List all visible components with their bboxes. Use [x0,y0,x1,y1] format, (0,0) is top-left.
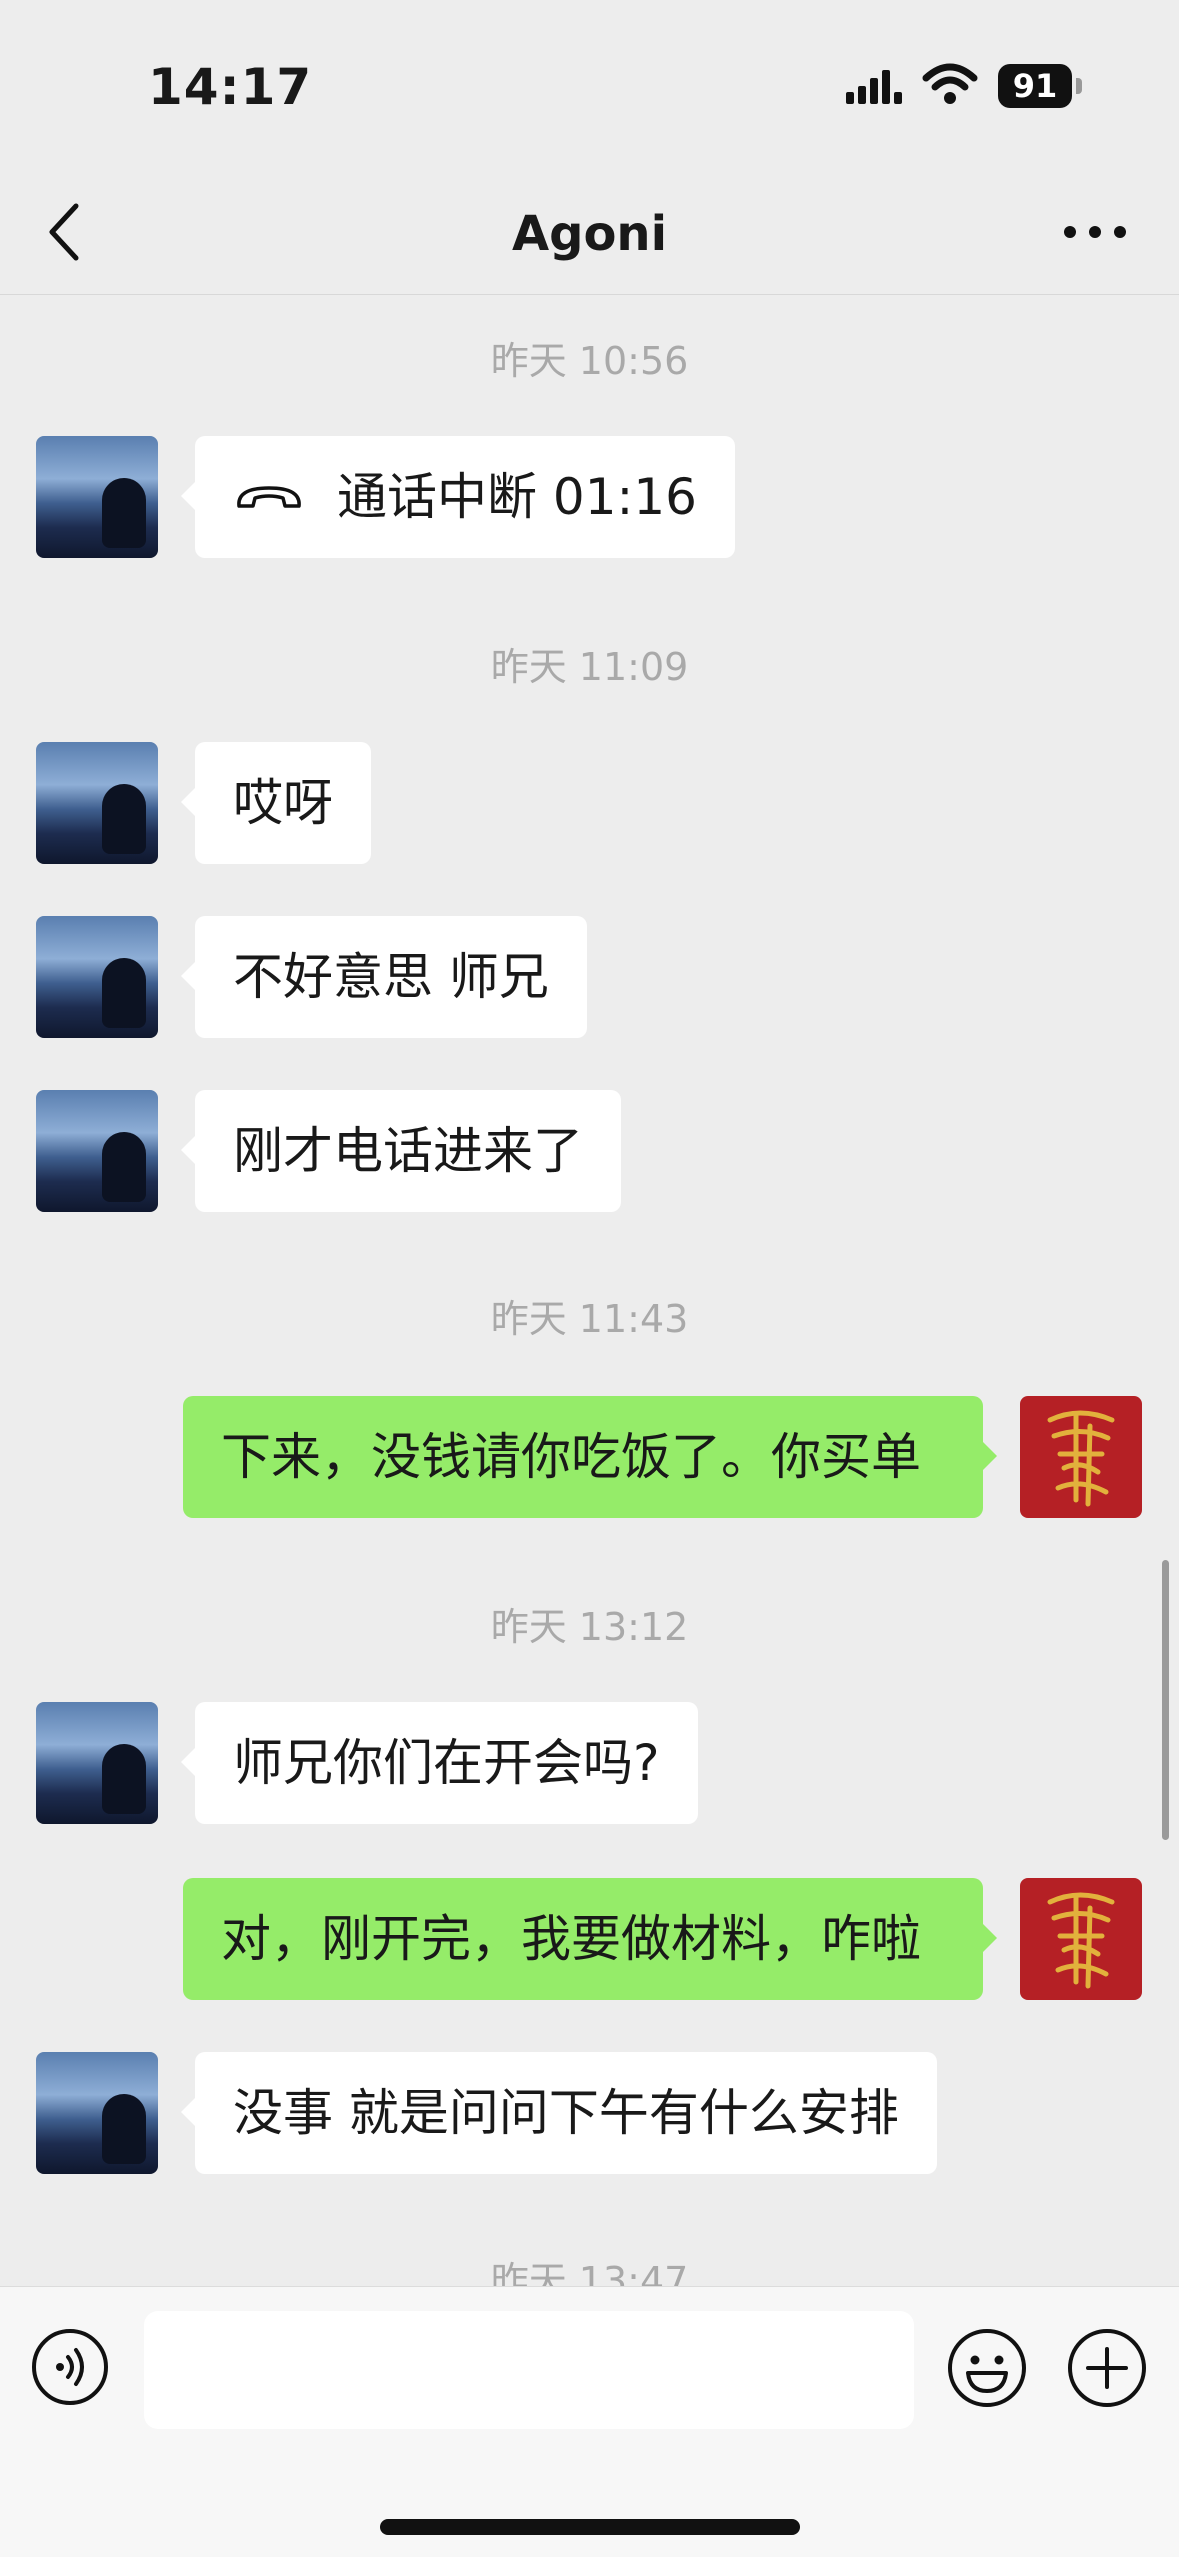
timestamp: 昨天 11:09 [490,645,689,689]
add-icon[interactable] [1066,2327,1148,2409]
more-icon[interactable] [1060,220,1130,244]
status-bar: 14:17 91 [0,0,1179,170]
message-bubble[interactable]: 没事 就是问问下午有什么安排 [181,2052,937,2174]
voice-icon[interactable] [30,2327,110,2407]
seal-avatar-image [1047,1892,1115,1989]
avatar-self[interactable] [1020,1396,1142,1518]
timestamp: 昨天 10:56 [490,339,689,383]
avatar[interactable] [36,742,158,864]
scrollbar[interactable] [1162,1560,1169,1840]
avatar-self[interactable] [1020,1878,1142,2000]
message-bubble[interactable]: 不好意思 师兄 [181,916,587,1038]
input-bar [0,2286,1179,2557]
signal-icon [846,70,902,104]
avatar[interactable] [36,1090,158,1212]
message-bubble[interactable]: 师兄你们在开会吗? [181,1702,698,1824]
avatar[interactable] [36,916,158,1038]
timestamp: 昨天 13:12 [490,1605,689,1649]
seal-avatar-image [1047,1410,1115,1507]
chat-title: Agoni [511,206,668,262]
emoji-icon[interactable] [946,2327,1028,2409]
wifi-icon [922,63,978,104]
avatar[interactable] [36,1702,158,1824]
call-status-text: 通话中断 01:16 [337,468,697,526]
battery-icon: 91 [998,64,1084,110]
battery-level: 91 [998,64,1072,108]
chat-area[interactable]: 昨天 10:56 通话中断 01:16 昨天 11:09 哎呀 不好意思 师兄 … [0,294,1179,2286]
timestamp: 昨天 13:47 [490,2259,689,2286]
nav-bar: Agoni [0,170,1179,295]
timestamp: 昨天 11:43 [490,1297,689,1341]
message-input[interactable] [144,2311,914,2429]
call-message-bubble[interactable]: 通话中断 01:16 [181,436,735,558]
message-bubble[interactable]: 哎呀 [181,742,371,864]
avatar[interactable] [36,436,158,558]
message-bubble-self[interactable]: 下来，没钱请你吃饭了。你买单 [183,1396,997,1518]
status-time: 14:17 [148,58,313,116]
message-bubble-self[interactable]: 对，刚开完，我要做材料，咋啦 [183,1878,997,2000]
home-indicator [380,2519,800,2535]
phone-hangup-icon [237,485,301,508]
avatar[interactable] [36,2052,158,2174]
message-bubble[interactable]: 刚才电话进来了 [181,1090,621,1212]
